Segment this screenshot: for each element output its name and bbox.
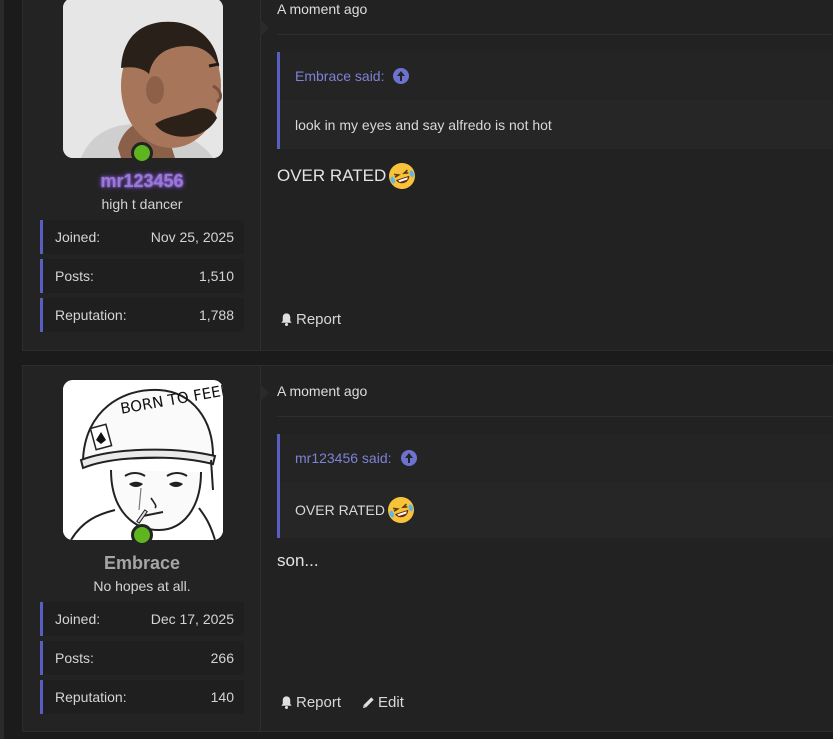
quote-block: Embrace said: look in my eyes and say al… (277, 52, 833, 149)
stat-reputation: Reputation: 140 (40, 680, 244, 714)
rofl-emoji-icon (383, 492, 418, 527)
online-status-indicator (131, 524, 153, 546)
report-button[interactable]: Report (279, 311, 341, 328)
pencil-icon (362, 697, 374, 709)
post-content: A moment ago mr123456 said: OVER RATED s… (261, 366, 833, 731)
rofl-emoji-icon (385, 158, 420, 193)
post: mr123456 high t dancer Joined: Nov 25, 2… (22, 0, 833, 351)
post-actions: Report Edit (279, 694, 404, 711)
online-status-indicator (131, 142, 153, 164)
quote-text: look in my eyes and say alfredo is not h… (280, 100, 833, 149)
username[interactable]: mr123456 (23, 171, 261, 192)
stat-value: 266 (210, 650, 234, 666)
post-timestamp[interactable]: A moment ago (277, 383, 367, 399)
stat-label: Reputation: (55, 689, 127, 705)
stat-joined: Joined: Nov 25, 2025 (40, 220, 244, 254)
edit-label: Edit (378, 694, 404, 711)
user-info-panel: BORN TO FEEL Embrace No hopes at all. Jo… (23, 366, 269, 731)
stat-label: Joined: (55, 229, 101, 245)
left-rail (0, 0, 4, 739)
quote-author[interactable]: Embrace said: (295, 68, 384, 84)
stat-value: 1,788 (198, 307, 234, 323)
avatar-photo (63, 0, 223, 158)
quote-text-row: OVER RATED (280, 482, 833, 538)
post-actions: Report (279, 311, 341, 328)
stat-value: Dec 17, 2025 (150, 611, 234, 627)
stat-label: Posts: (55, 268, 94, 284)
user-title: No hopes at all. (93, 578, 191, 594)
user-info-panel: mr123456 high t dancer Joined: Nov 25, 2… (23, 0, 269, 350)
post-timestamp[interactable]: A moment ago (277, 1, 367, 17)
avatar-wojak-drawing: BORN TO FEEL (63, 380, 223, 540)
bell-icon (281, 313, 292, 326)
stat-joined: Joined: Dec 17, 2025 (40, 602, 244, 636)
message-text: OVER RATED (277, 166, 387, 185)
jump-to-quote-icon[interactable] (393, 67, 410, 84)
message-text: son... (277, 551, 319, 570)
quote-text: OVER RATED (295, 502, 385, 518)
report-button[interactable]: Report (279, 694, 341, 711)
quote-header[interactable]: mr123456 said: (280, 434, 833, 481)
user-title: high t dancer (101, 196, 183, 212)
stat-label: Reputation: (55, 307, 127, 323)
stat-posts: Posts: 266 (40, 641, 244, 675)
stat-value: 140 (210, 689, 234, 705)
username[interactable]: Embrace (23, 553, 261, 574)
edit-button[interactable]: Edit (361, 694, 404, 711)
bell-icon (281, 696, 292, 709)
quote-header[interactable]: Embrace said: (280, 52, 833, 99)
post-content: A moment ago Embrace said: look in my ey… (261, 0, 833, 350)
post-message: son... (277, 551, 319, 571)
post-message: OVER RATED (277, 162, 416, 190)
avatar[interactable] (63, 0, 223, 158)
quote-author[interactable]: mr123456 said: (295, 450, 392, 466)
stat-reputation: Reputation: 1,788 (40, 298, 244, 332)
divider (277, 34, 833, 35)
stat-label: Posts: (55, 650, 94, 666)
stat-posts: Posts: 1,510 (40, 259, 244, 293)
quote-block: mr123456 said: OVER RATED (277, 434, 833, 538)
report-label: Report (296, 694, 342, 711)
avatar[interactable]: BORN TO FEEL (63, 380, 223, 540)
divider (277, 416, 833, 417)
stat-value: Nov 25, 2025 (150, 229, 234, 245)
report-label: Report (296, 311, 342, 328)
stat-value: 1,510 (198, 268, 234, 284)
jump-to-quote-icon[interactable] (400, 449, 417, 466)
post: BORN TO FEEL Embrace No hopes at all. Jo… (22, 365, 833, 732)
stat-label: Joined: (55, 611, 101, 627)
